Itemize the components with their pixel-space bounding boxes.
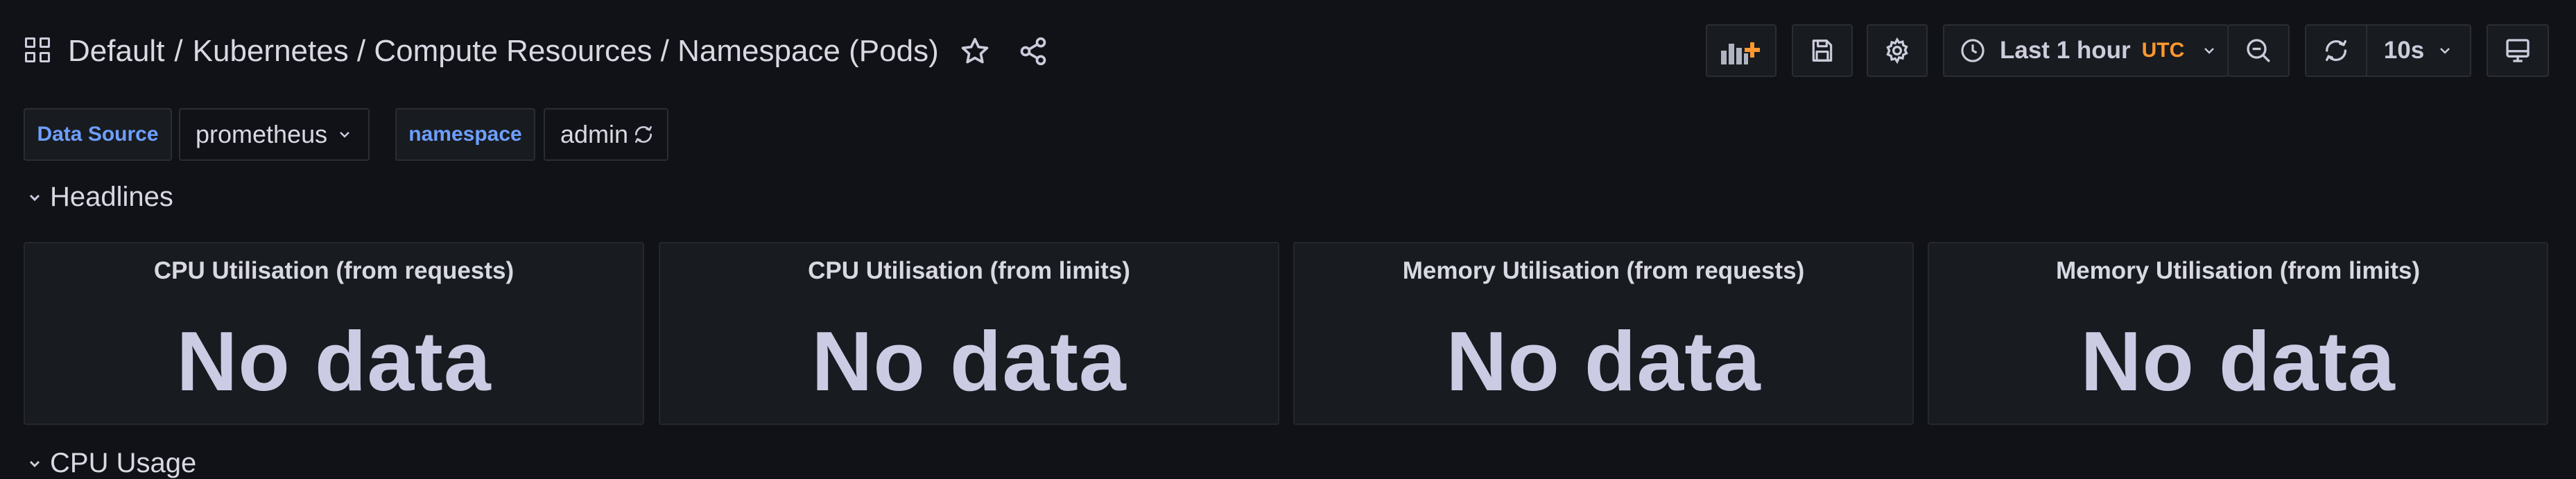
breadcrumb-separator: / bbox=[174, 34, 183, 68]
panel-title: Memory Utilisation (from requests) bbox=[1402, 257, 1805, 284]
refresh-interval-picker[interactable]: 10s bbox=[2366, 24, 2471, 77]
zoom-out-icon bbox=[2245, 37, 2272, 64]
loading-spinner-icon bbox=[632, 123, 655, 146]
dashboards-grid-icon[interactable] bbox=[25, 37, 53, 65]
stat-panel[interactable]: Memory Utilisation (from requests) No da… bbox=[1293, 242, 1914, 425]
chevron-down-icon bbox=[26, 448, 43, 479]
refresh-interval-label: 10s bbox=[2383, 37, 2425, 64]
chevron-down-icon bbox=[2201, 42, 2218, 59]
add-panel-button[interactable] bbox=[1706, 24, 1777, 77]
panel-title: Memory Utilisation (from limits) bbox=[2055, 257, 2421, 284]
timezone-label: UTC bbox=[2141, 39, 2185, 62]
row-cpu-usage[interactable]: CPU Usage bbox=[26, 448, 196, 479]
chevron-down-icon bbox=[26, 182, 43, 213]
panel-title: CPU Utilisation (from requests) bbox=[153, 257, 515, 284]
stat-panel[interactable]: CPU Utilisation (from requests) No data bbox=[24, 242, 644, 425]
star-icon[interactable] bbox=[956, 32, 994, 71]
breadcrumb-folder[interactable]: Default bbox=[68, 34, 164, 69]
add-panel-icon bbox=[1721, 37, 1761, 64]
namespace-selected-value: admin bbox=[560, 120, 629, 148]
dashboard-settings-button[interactable] bbox=[1867, 24, 1928, 77]
tv-mode-button[interactable] bbox=[2487, 24, 2549, 77]
panel-value: No data bbox=[176, 314, 492, 408]
save-dashboard-button[interactable] bbox=[1792, 24, 1853, 77]
clock-icon bbox=[1960, 37, 1986, 64]
settings-icon bbox=[1883, 37, 1911, 64]
panel-title: CPU Utilisation (from limits) bbox=[808, 257, 1130, 284]
dashboard-title[interactable]: Kubernetes / Compute Resources / Namespa… bbox=[193, 34, 939, 69]
tv-mode-icon bbox=[2504, 37, 2532, 64]
zoom-out-button[interactable] bbox=[2227, 24, 2290, 77]
namespace-variable-select[interactable]: admin bbox=[544, 108, 668, 161]
datasource-variable-select[interactable]: admin prometheus bbox=[179, 108, 370, 161]
time-range-label: Last 1 hour bbox=[2000, 37, 2131, 64]
chevron-down-icon bbox=[2437, 42, 2453, 59]
stat-panel[interactable]: CPU Utilisation (from limits) No data bbox=[659, 242, 1279, 425]
time-range-picker[interactable]: Last 1 hour UTC bbox=[1943, 24, 2229, 77]
datasource-selected-value: prometheus bbox=[196, 120, 328, 148]
save-icon bbox=[1809, 37, 1835, 64]
row-headlines[interactable]: Headlines bbox=[26, 182, 173, 213]
row-title: CPU Usage bbox=[50, 448, 197, 478]
stat-panel[interactable]: Memory Utilisation (from limits) No data bbox=[1928, 242, 2548, 425]
datasource-variable-label: Data Source bbox=[24, 108, 172, 161]
panel-value: No data bbox=[2080, 314, 2396, 408]
breadcrumb: Default / Kubernetes / Compute Resources… bbox=[68, 31, 939, 72]
panel-value: No data bbox=[1446, 314, 1761, 408]
share-icon[interactable] bbox=[1014, 32, 1053, 71]
panel-value: No data bbox=[811, 314, 1127, 408]
row-title: Headlines bbox=[50, 182, 173, 212]
refresh-icon bbox=[2322, 37, 2350, 64]
namespace-variable-label: namespace bbox=[395, 108, 535, 161]
refresh-button[interactable] bbox=[2305, 24, 2367, 77]
chevron-down-icon bbox=[336, 120, 353, 149]
